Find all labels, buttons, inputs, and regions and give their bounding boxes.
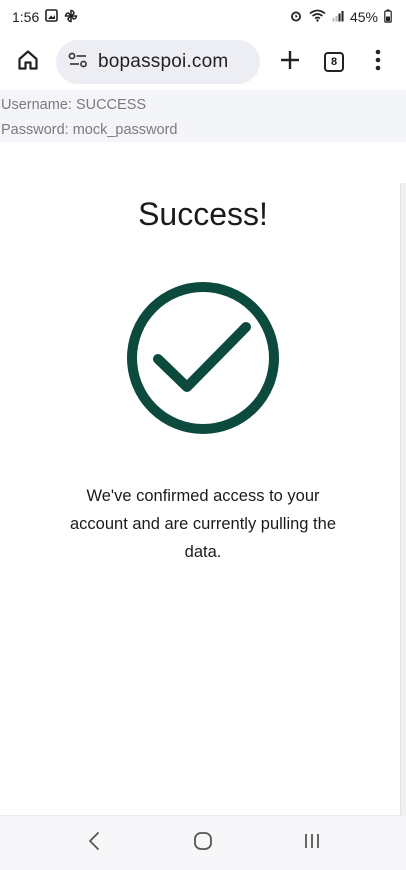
page-title: Success! [138,196,268,232]
password-line: Password: mock_password [1,122,178,138]
status-bar: 1:56 45% [0,0,406,34]
site-settings-icon[interactable] [68,52,88,73]
credentials-panel: Username: SUCCESS Password: mock_passwor… [0,90,406,142]
gallery-notification-icon [45,9,59,25]
pinwheel-notification-icon [64,9,78,26]
plus-icon [279,49,301,76]
status-time: 1:56 [12,9,40,25]
signal-icon [332,9,344,25]
tab-switcher-icon: 8 [324,52,344,72]
status-left: 1:56 [12,9,78,26]
recents-button[interactable] [292,823,332,863]
browser-toolbar: bopasspoi.com 8 [0,34,406,90]
more-vert-icon [375,49,381,76]
page-scrollbar[interactable] [400,183,406,815]
home-nav-button[interactable] [183,823,223,863]
status-right: 45% [289,9,392,26]
home-icon [16,48,40,77]
battery-percent: 45% [349,9,378,25]
success-message: We've confirmed access to your account a… [70,487,336,561]
alarm-icon [289,9,303,26]
home-button[interactable] [6,40,50,84]
battery-icon [384,9,392,26]
url-text: bopasspoi.com [98,51,229,72]
system-nav-bar [0,815,406,870]
username-line: Username: SUCCESS [1,97,147,113]
back-icon [87,831,101,856]
tab-switcher-button[interactable]: 8 [312,40,356,84]
wifi-icon [309,9,326,25]
success-panel: Success! We've confirmed access to your … [0,142,400,814]
success-check-icon [125,280,281,436]
address-bar[interactable]: bopasspoi.com [56,40,260,84]
recents-icon [302,832,322,855]
home-nav-icon [193,831,213,856]
menu-button[interactable] [356,40,400,84]
new-tab-button[interactable] [268,40,312,84]
back-button[interactable] [74,823,114,863]
